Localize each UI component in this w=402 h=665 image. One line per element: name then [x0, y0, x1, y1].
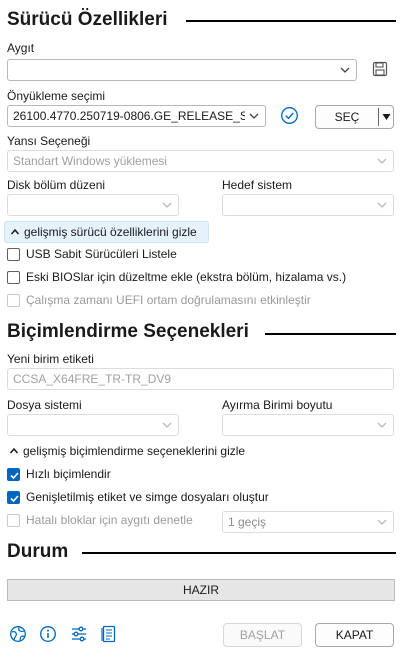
- chevron-down-icon: [377, 158, 387, 164]
- start-button[interactable]: BAŞLAT: [223, 623, 302, 647]
- boot-selection-value: 26100.4770.250719-0806.GE_RELEASE_SVC_PF: [13, 109, 245, 123]
- chevron-down-icon: [377, 519, 387, 525]
- verify-checkmark-icon[interactable]: [280, 106, 299, 125]
- status-title: Durum: [7, 541, 69, 562]
- drive-properties-title: Sürücü Özellikleri: [7, 9, 168, 30]
- chevron-down-icon: [162, 422, 172, 428]
- device-dropdown[interactable]: [7, 59, 357, 81]
- uefi-validation-label: Çalışma zamanı UEFI ortam doğrulamasını …: [26, 293, 311, 307]
- checkbox-box[interactable]: [7, 271, 20, 284]
- chevron-up-icon: [9, 447, 19, 454]
- cluster-size-label: Ayırma Birimi boyutu: [222, 398, 333, 412]
- section-divider: [265, 333, 396, 335]
- select-button-label: SEÇ: [334, 110, 360, 124]
- section-divider: [186, 20, 396, 22]
- split-divider: [378, 108, 379, 126]
- uefi-validation-checkbox[interactable]: Çalışma zamanı UEFI ortam doğrulamasını …: [7, 292, 387, 310]
- old-bios-fixes-label: Eski BIOSlar için düzeltme ekle (ekstra …: [26, 270, 347, 284]
- volume-label-label: Yeni birim etiketi: [7, 352, 94, 366]
- target-system-dropdown[interactable]: [222, 194, 394, 216]
- chevron-up-icon: [10, 228, 20, 235]
- select-image-button[interactable]: SEÇ: [315, 105, 394, 129]
- info-icon[interactable]: [39, 625, 57, 643]
- toggle-advanced-drive-label: gelişmiş sürücü özelliklerini gizle: [24, 225, 197, 239]
- globe-icon[interactable]: [9, 625, 27, 643]
- checkmark-icon: [10, 472, 19, 480]
- extended-label-checkbox[interactable]: Genişletilmiş etiket ve simge dosyaları …: [7, 489, 387, 507]
- chevron-down-icon: [377, 422, 387, 428]
- checkmark-icon: [10, 495, 19, 503]
- file-system-dropdown[interactable]: [7, 414, 179, 436]
- volume-label-input[interactable]: CCSA_X64FRE_TR-TR_DV9: [7, 368, 394, 390]
- device-label: Aygıt: [7, 41, 35, 55]
- passes-dropdown[interactable]: 1 geçiş: [222, 511, 394, 533]
- partition-scheme-dropdown[interactable]: [7, 194, 179, 216]
- toggle-advanced-format-button[interactable]: gelişmiş biçimlendirme seçeneklerini giz…: [4, 441, 284, 463]
- target-system-label: Hedef sistem: [222, 178, 293, 192]
- chevron-down-icon: [377, 202, 387, 208]
- image-option-value: Standart Windows yüklemesi: [13, 154, 168, 168]
- extended-label-label: Genişletilmiş etiket ve simge dosyaları …: [26, 490, 269, 504]
- toggle-advanced-format-label: gelişmiş biçimlendirme seçeneklerini giz…: [23, 444, 246, 458]
- dropdown-arrow-icon[interactable]: [382, 112, 391, 122]
- checkbox-box[interactable]: [7, 468, 20, 481]
- checkbox-box[interactable]: [7, 491, 20, 504]
- bad-blocks-label: Hatalı bloklar için aygıtı denetle: [26, 513, 193, 527]
- image-option-label: Yansı Seçeneği: [7, 134, 91, 148]
- list-usb-drives-checkbox[interactable]: USB Sabit Sürücüleri Listele: [7, 246, 387, 264]
- bad-blocks-checkbox[interactable]: Hatalı bloklar için aygıtı denetle: [7, 512, 219, 530]
- passes-value: 1 geçiş: [228, 515, 267, 529]
- volume-label-value: CCSA_X64FRE_TR-TR_DV9: [13, 372, 172, 386]
- chevron-down-icon: [340, 67, 350, 73]
- checkbox-box[interactable]: [7, 514, 20, 527]
- settings-sliders-icon[interactable]: [70, 625, 88, 643]
- log-icon[interactable]: [100, 625, 118, 643]
- quick-format-label: Hızlı biçimlendir: [26, 467, 111, 481]
- checkbox-box[interactable]: [7, 248, 20, 261]
- partition-scheme-label: Disk bölüm düzeni: [7, 178, 106, 192]
- close-button[interactable]: KAPAT: [315, 623, 394, 647]
- old-bios-fixes-checkbox[interactable]: Eski BIOSlar için düzeltme ekle (ekstra …: [7, 269, 387, 287]
- chevron-down-icon: [249, 113, 259, 119]
- boot-selection-label: Önyükleme seçimi: [7, 89, 106, 103]
- cluster-size-dropdown[interactable]: [222, 414, 394, 436]
- image-option-dropdown[interactable]: Standart Windows yüklemesi: [7, 150, 394, 172]
- toggle-advanced-drive-button[interactable]: gelişmiş sürücü özelliklerini gizle: [4, 221, 209, 243]
- save-icon[interactable]: [372, 61, 388, 77]
- format-options-title: Biçimlendirme Seçenekleri: [7, 321, 249, 342]
- section-divider: [82, 552, 396, 554]
- checkbox-box[interactable]: [7, 294, 20, 307]
- file-system-label: Dosya sistemi: [7, 398, 82, 412]
- quick-format-checkbox[interactable]: Hızlı biçimlendir: [7, 466, 387, 484]
- chevron-down-icon: [162, 202, 172, 208]
- boot-selection-dropdown[interactable]: 26100.4770.250719-0806.GE_RELEASE_SVC_PF: [7, 105, 266, 127]
- list-usb-drives-label: USB Sabit Sürücüleri Listele: [26, 247, 177, 261]
- status-bar: HAZIR: [7, 579, 395, 601]
